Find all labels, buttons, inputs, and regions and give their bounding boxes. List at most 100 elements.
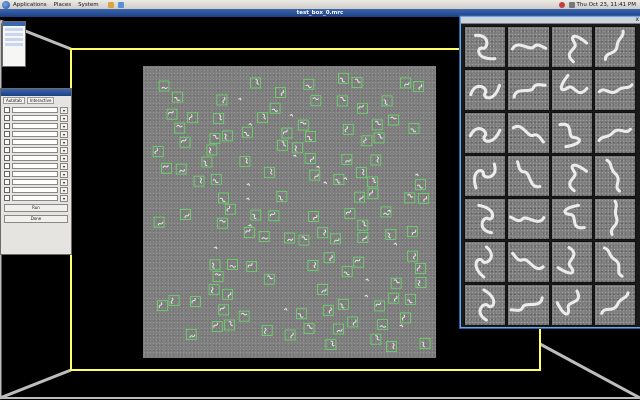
particle-box[interactable] <box>216 94 228 106</box>
small-popup-window[interactable] <box>2 21 26 67</box>
popup-item[interactable] <box>5 28 23 31</box>
particle-box[interactable] <box>330 233 341 245</box>
menu-applications[interactable]: Applications <box>13 2 47 8</box>
particle-tile[interactable] <box>507 69 550 111</box>
particle-box[interactable] <box>388 292 400 304</box>
particle-box[interactable] <box>309 169 321 181</box>
particle-tile[interactable] <box>550 26 593 68</box>
particle-tile[interactable] <box>507 26 550 68</box>
option-checkbox[interactable] <box>4 123 10 129</box>
particle-box[interactable] <box>357 219 369 231</box>
particle-box[interactable] <box>381 95 393 107</box>
particle-box[interactable] <box>355 167 367 179</box>
particle-box[interactable] <box>275 87 286 98</box>
particle-box[interactable] <box>304 153 316 164</box>
particle-tile[interactable] <box>550 112 593 154</box>
particle-tile[interactable] <box>507 198 550 240</box>
option-checkbox[interactable] <box>4 163 10 169</box>
option-dropdown-button[interactable]: ▾ <box>59 162 68 170</box>
particle-box[interactable] <box>224 203 236 215</box>
particle-box[interactable] <box>222 288 234 300</box>
particle-box[interactable] <box>161 162 172 174</box>
particle-box[interactable] <box>404 192 416 204</box>
particle-box[interactable] <box>250 77 261 89</box>
particle-box[interactable] <box>218 192 229 204</box>
particle-tile[interactable] <box>550 284 593 326</box>
particle-box[interactable] <box>373 132 385 144</box>
option-dropdown-button[interactable]: ▾ <box>59 130 68 138</box>
particle-box[interactable] <box>390 277 402 289</box>
particle-tile[interactable] <box>550 241 593 283</box>
particle-box[interactable] <box>377 319 388 330</box>
option-field[interactable] <box>12 131 58 137</box>
particle-box[interactable] <box>209 259 221 271</box>
particle-tile[interactable] <box>464 26 507 68</box>
option-checkbox[interactable] <box>4 107 10 113</box>
particle-box[interactable] <box>367 176 379 188</box>
particle-box[interactable] <box>175 163 187 175</box>
particle-box[interactable] <box>213 112 225 124</box>
particle-box[interactable] <box>400 312 411 324</box>
particle-box[interactable] <box>185 329 197 340</box>
particle-box[interactable] <box>281 127 293 139</box>
option-checkbox[interactable] <box>4 195 10 201</box>
particle-box[interactable] <box>241 126 253 138</box>
particle-box[interactable] <box>322 304 334 316</box>
particle-box[interactable] <box>417 192 429 204</box>
particle-box[interactable] <box>357 232 369 243</box>
particle-box[interactable] <box>166 108 178 120</box>
option-checkbox[interactable] <box>4 155 10 161</box>
particle-tile[interactable] <box>593 155 636 197</box>
option-checkbox[interactable] <box>4 147 10 153</box>
particle-box[interactable] <box>239 156 251 167</box>
particle-tile[interactable] <box>593 241 636 283</box>
option-checkbox[interactable] <box>4 131 10 137</box>
option-dropdown-button[interactable]: ▾ <box>59 146 68 154</box>
close-icon[interactable]: x <box>635 16 639 23</box>
particle-tile[interactable] <box>593 198 636 240</box>
particle-tile[interactable] <box>550 69 593 111</box>
particle-box[interactable] <box>189 296 201 307</box>
particle-tile[interactable] <box>507 284 550 326</box>
particle-tile[interactable] <box>464 198 507 240</box>
popup-item[interactable] <box>5 43 23 46</box>
particle-box[interactable] <box>317 227 329 239</box>
micrograph-image[interactable] <box>143 66 436 358</box>
particle-box[interactable] <box>347 316 359 328</box>
particle-box[interactable] <box>351 77 363 88</box>
particle-box[interactable] <box>361 135 373 147</box>
particle-box[interactable] <box>305 131 316 142</box>
particle-box[interactable] <box>257 112 269 124</box>
particle-box[interactable] <box>344 208 356 220</box>
particle-box[interactable] <box>367 188 379 200</box>
option-field[interactable] <box>12 179 58 185</box>
update-notifier-icon[interactable] <box>558 1 565 8</box>
option-dropdown-button[interactable]: ▾ <box>59 114 68 122</box>
browser-launcher-icon[interactable] <box>107 1 114 8</box>
particle-box[interactable] <box>325 339 337 351</box>
option-dropdown-button[interactable]: ▾ <box>59 154 68 162</box>
option-dropdown-button[interactable]: ▾ <box>59 194 68 202</box>
particle-box[interactable] <box>338 72 349 84</box>
option-field[interactable] <box>12 155 58 161</box>
particle-box[interactable] <box>206 144 218 156</box>
particle-box[interactable] <box>380 206 392 218</box>
particle-box[interactable] <box>303 323 315 335</box>
particle-box[interactable] <box>310 95 322 107</box>
particle-box[interactable] <box>284 232 295 244</box>
option-checkbox[interactable] <box>4 139 10 145</box>
particle-box[interactable] <box>407 250 418 262</box>
network-icon[interactable] <box>568 1 575 8</box>
particle-box[interactable] <box>371 119 383 131</box>
particle-tile[interactable] <box>507 112 550 154</box>
particle-box[interactable] <box>179 209 191 220</box>
particle-box[interactable] <box>193 175 205 187</box>
popup-item[interactable] <box>5 38 23 41</box>
option-field[interactable] <box>12 171 58 177</box>
particle-box[interactable] <box>292 142 304 154</box>
particle-box[interactable] <box>341 154 353 165</box>
particle-tile[interactable] <box>593 69 636 111</box>
option-field[interactable] <box>12 147 58 153</box>
gnome-foot-icon[interactable] <box>2 0 10 9</box>
particle-box[interactable] <box>415 277 427 289</box>
